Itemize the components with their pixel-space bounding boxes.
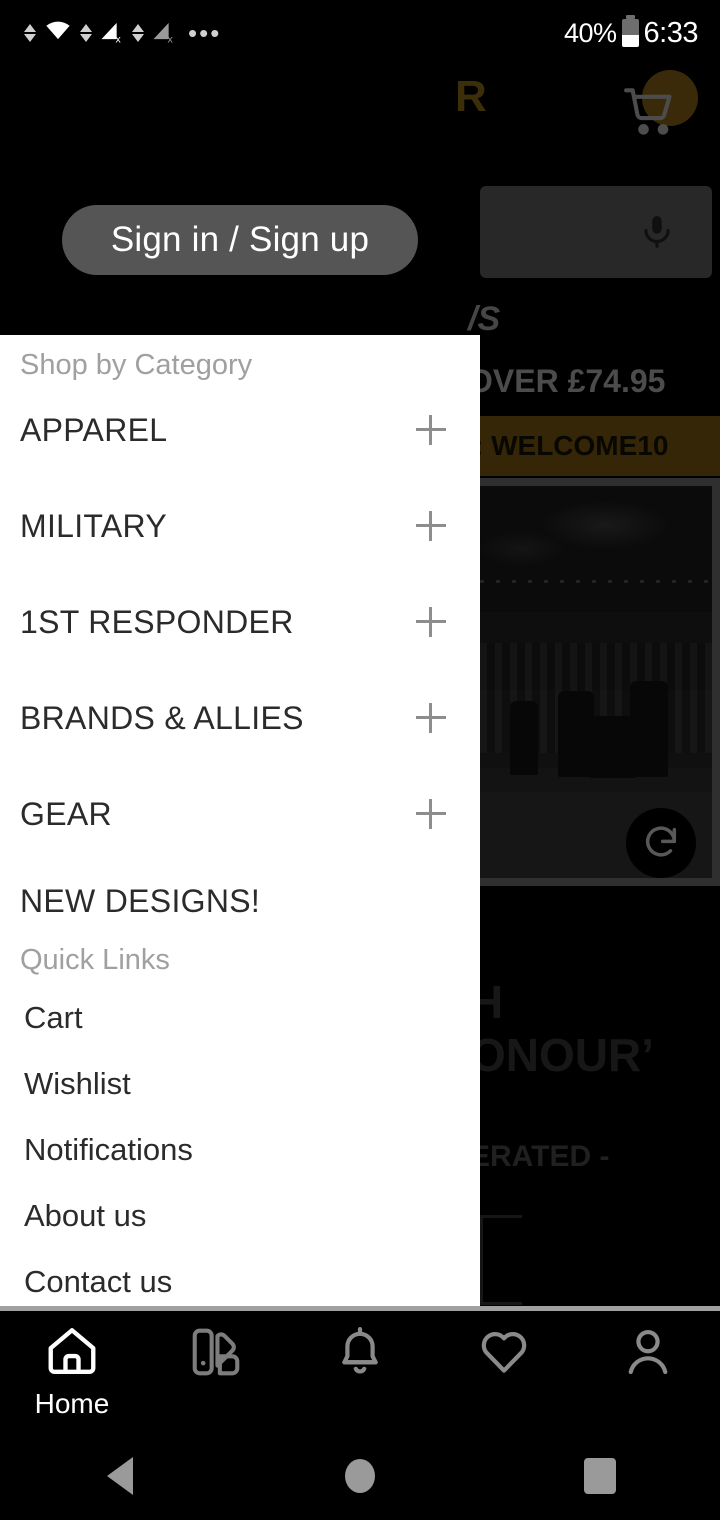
drawer-item-1st-responder[interactable]: 1ST RESPONDER xyxy=(0,574,480,670)
bottom-nav-home[interactable]: Home xyxy=(0,1311,144,1420)
heart-icon xyxy=(475,1323,533,1384)
shop-by-category-title: Shop by Category xyxy=(20,349,253,381)
category-label: BRANDS & ALLIES xyxy=(20,699,304,736)
svg-text:x: x xyxy=(116,33,122,44)
data-transfer-icon xyxy=(80,24,92,42)
android-recents-button[interactable] xyxy=(480,1457,720,1494)
quick-link-about-us[interactable]: About us xyxy=(0,1183,480,1249)
wifi-icon xyxy=(41,17,75,50)
android-back-button[interactable] xyxy=(0,1456,240,1495)
back-triangle-icon xyxy=(107,1456,133,1495)
category-label: 1ST RESPONDER xyxy=(20,603,294,640)
plus-icon[interactable] xyxy=(416,703,446,733)
bottom-nav-wishlist[interactable] xyxy=(432,1311,576,1384)
drawer-item-new-designs[interactable]: NEW DESIGNS! xyxy=(0,862,480,940)
sign-in-sign-up-button[interactable]: Sign in / Sign up xyxy=(62,205,418,275)
quick-link-cart[interactable]: Cart xyxy=(0,985,480,1051)
signal-icon: x xyxy=(97,17,127,50)
quick-link-label: Notifications xyxy=(24,1132,193,1167)
plus-icon[interactable] xyxy=(416,415,446,445)
recents-square-icon xyxy=(584,1457,616,1494)
sign-in-label: Sign in / Sign up xyxy=(110,220,370,259)
quick-link-wishlist[interactable]: Wishlist xyxy=(0,1051,480,1117)
quick-link-contact-us[interactable]: Contact us xyxy=(0,1249,480,1306)
quick-link-label: Cart xyxy=(24,1000,83,1035)
category-label: GEAR xyxy=(20,795,112,832)
collections-icon xyxy=(187,1323,245,1386)
svg-text:x: x xyxy=(168,33,174,44)
drawer-item-military[interactable]: MILITARY xyxy=(0,478,480,574)
android-navigation-bar xyxy=(0,1431,720,1520)
home-icon xyxy=(41,1323,103,1386)
battery-icon xyxy=(621,15,639,47)
home-circle-icon xyxy=(345,1458,375,1493)
drawer-item-brands-allies[interactable]: BRANDS & ALLIES xyxy=(0,670,480,766)
category-label: APPAREL xyxy=(20,411,168,448)
phone-screen: R /S OVER £74.95 : WELCOME10 xyxy=(0,0,720,1520)
clock: 6:33 xyxy=(643,16,699,49)
quick-link-label: About us xyxy=(24,1198,147,1233)
drawer-item-apparel[interactable]: APPAREL xyxy=(0,382,480,478)
plus-icon[interactable] xyxy=(416,511,446,541)
bottom-navigation-bar: Home xyxy=(0,1311,720,1431)
bell-icon xyxy=(332,1323,388,1386)
person-icon xyxy=(619,1323,677,1384)
bottom-nav-collections[interactable] xyxy=(144,1311,288,1386)
data-transfer-icon xyxy=(132,24,144,42)
plus-icon[interactable] xyxy=(416,607,446,637)
bottom-nav-label: Home xyxy=(34,1388,110,1419)
plus-icon[interactable] xyxy=(416,799,446,829)
bottom-nav-account[interactable] xyxy=(576,1311,720,1384)
status-bar: x x ••• 40% 6:33 xyxy=(0,0,720,66)
category-label: MILITARY xyxy=(20,507,168,544)
category-label: NEW DESIGNS! xyxy=(20,882,261,919)
quick-link-label: Wishlist xyxy=(24,1066,131,1101)
drawer-item-gear[interactable]: GEAR xyxy=(0,766,480,862)
navigation-drawer: Shop by Category APPAREL MILITARY 1ST RE… xyxy=(0,335,480,1306)
quick-links-title: Quick Links xyxy=(20,944,170,976)
quick-link-label: Contact us xyxy=(24,1264,173,1299)
more-dots-icon: ••• xyxy=(188,18,222,48)
battery-percent: 40% xyxy=(564,17,617,48)
android-home-button[interactable] xyxy=(240,1458,480,1493)
bottom-nav-divider xyxy=(0,1306,720,1311)
quick-link-notifications[interactable]: Notifications xyxy=(0,1117,480,1183)
bottom-nav-notifications[interactable] xyxy=(288,1311,432,1386)
data-transfer-icon xyxy=(24,24,36,42)
signal-icon: x xyxy=(149,17,179,50)
